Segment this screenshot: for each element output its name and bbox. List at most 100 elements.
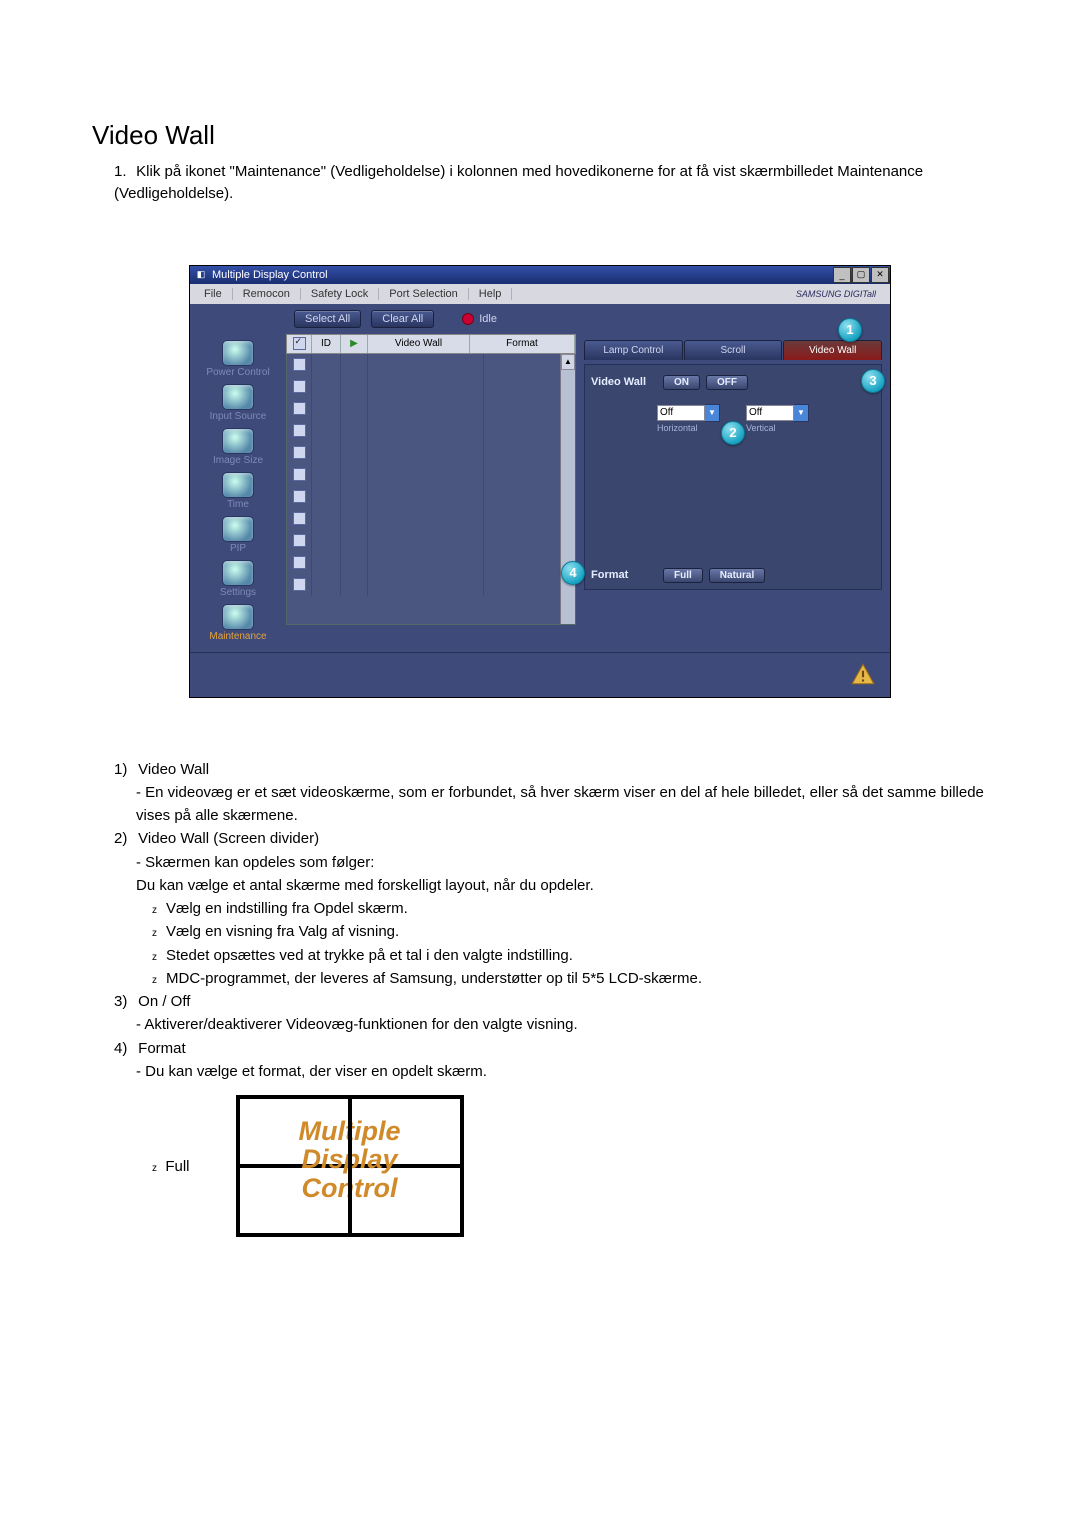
format-full-diagram: Multiple Display Control <box>236 1095 464 1237</box>
callout-3: 3 <box>861 369 885 393</box>
menubar: File Remocon Safety Lock Port Selection … <box>190 284 890 304</box>
section-line: - Du kan vælge et format, der viser en o… <box>136 1060 988 1083</box>
section: 1) Video Wall <box>114 758 988 781</box>
table-row[interactable] <box>287 486 575 508</box>
menu-port-selection[interactable]: Port Selection <box>379 288 468 300</box>
status-dot-icon <box>462 313 474 325</box>
row-checkbox[interactable] <box>293 490 306 503</box>
table-row[interactable] <box>287 552 575 574</box>
table-row[interactable] <box>287 530 575 552</box>
menu-safety-lock[interactable]: Safety Lock <box>301 288 379 300</box>
vertical-select[interactable]: ▼ <box>746 404 809 422</box>
close-button[interactable]: ✕ <box>871 267 889 283</box>
col-id: ID <box>312 335 341 353</box>
diagram-line-2: Display <box>240 1145 460 1173</box>
col-check[interactable] <box>287 335 312 353</box>
table-row[interactable] <box>287 354 575 376</box>
play-icon: ▶ <box>350 338 358 349</box>
explanations: 1) Video Wall- En videovæg er et sæt vid… <box>114 758 988 1084</box>
section-bullet: zVælg en indstilling fra Opdel skærm. <box>152 897 988 920</box>
window-title: Multiple Display Control <box>212 269 833 281</box>
table-row[interactable] <box>287 442 575 464</box>
row-checkbox[interactable] <box>293 446 306 459</box>
sidebar-item-pip[interactable]: PIP <box>190 516 286 554</box>
col-video-wall: Video Wall <box>368 335 470 353</box>
row-checkbox[interactable] <box>293 380 306 393</box>
section-line: Du kan vælge et antal skærme med forskel… <box>136 874 988 897</box>
row-checkbox[interactable] <box>293 578 306 591</box>
tab-lamp-control[interactable]: Lamp Control <box>584 340 683 360</box>
table-row[interactable] <box>287 398 575 420</box>
section-bullet: zVælg en visning fra Valg af visning. <box>152 920 988 943</box>
section-line: - Aktiverer/deaktiverer Videovæg-funktio… <box>136 1013 988 1036</box>
callout-4: 4 <box>561 561 585 585</box>
horizontal-input[interactable] <box>657 405 705 421</box>
clear-all-button[interactable]: Clear All <box>371 310 434 328</box>
col-format: Format <box>470 335 575 353</box>
full-button[interactable]: Full <box>663 568 703 583</box>
col-status: ▶ <box>341 335 368 353</box>
intro-paragraph: 1. Klik på ikonet "Maintenance" (Vedlige… <box>114 161 988 205</box>
tab-scroll[interactable]: Scroll <box>684 340 783 360</box>
input-icon <box>222 384 254 410</box>
table-row[interactable] <box>287 464 575 486</box>
table-row[interactable] <box>287 574 575 596</box>
tab-video-wall[interactable]: Video Wall <box>783 340 882 360</box>
table-row[interactable] <box>287 376 575 398</box>
panel-format-label: Format <box>591 569 657 581</box>
app-footer <box>190 652 890 697</box>
sidebar-item-maintenance[interactable]: Maintenance <box>190 604 286 642</box>
sidebar-item-time[interactable]: Time <box>190 472 286 510</box>
section: 2) Video Wall (Screen divider) <box>114 827 988 850</box>
select-all-button[interactable]: Select All <box>294 310 361 328</box>
horizontal-label: Horizontal <box>657 423 720 433</box>
pip-icon <box>222 516 254 542</box>
table-row[interactable] <box>287 420 575 442</box>
minimize-button[interactable]: _ <box>833 267 851 283</box>
image-size-icon <box>222 428 254 454</box>
natural-button[interactable]: Natural <box>709 568 765 583</box>
menu-remocon[interactable]: Remocon <box>233 288 301 300</box>
intro-text: Klik på ikonet "Maintenance" (Vedligehol… <box>114 163 923 202</box>
warning-icon <box>850 661 876 687</box>
diagram-line-3: Control <box>240 1174 460 1202</box>
scroll-up-icon[interactable]: ▲ <box>561 354 575 370</box>
menu-help[interactable]: Help <box>469 288 513 300</box>
row-checkbox[interactable] <box>293 468 306 481</box>
on-button[interactable]: ON <box>663 375 700 390</box>
sidebar: Power Control Input Source Image Size Ti… <box>190 334 286 652</box>
off-button[interactable]: OFF <box>706 375 748 390</box>
chevron-down-icon[interactable]: ▼ <box>705 404 720 422</box>
horizontal-select[interactable]: ▼ <box>657 404 720 422</box>
section: 4) Format <box>114 1037 988 1060</box>
row-checkbox[interactable] <box>293 358 306 371</box>
row-checkbox[interactable] <box>293 512 306 525</box>
chevron-down-icon[interactable]: ▼ <box>794 404 809 422</box>
row-checkbox[interactable] <box>293 402 306 415</box>
callout-1: 1 <box>838 318 862 342</box>
table-row[interactable] <box>287 508 575 530</box>
check-icon <box>293 337 306 350</box>
time-icon <box>222 472 254 498</box>
sidebar-item-power-control[interactable]: Power Control <box>190 340 286 378</box>
table-header: ID ▶ Video Wall Format <box>286 334 576 354</box>
settings-icon <box>222 560 254 586</box>
maximize-button[interactable]: ▢ <box>852 267 870 283</box>
maintenance-icon <box>222 604 254 630</box>
section: 3) On / Off <box>114 990 988 1013</box>
menu-file[interactable]: File <box>194 288 233 300</box>
section-line: - En videovæg er et sæt videoskærme, som… <box>136 781 988 828</box>
sidebar-item-image-size[interactable]: Image Size <box>190 428 286 466</box>
section-line: - Skærmen kan opdeles som følger: <box>136 851 988 874</box>
row-checkbox[interactable] <box>293 534 306 547</box>
power-icon <box>222 340 254 366</box>
sidebar-item-settings[interactable]: Settings <box>190 560 286 598</box>
sidebar-item-input-source[interactable]: Input Source <box>190 384 286 422</box>
brand-label: SAMSUNG DIGITall <box>786 289 886 299</box>
row-checkbox[interactable] <box>293 424 306 437</box>
vertical-input[interactable] <box>746 405 794 421</box>
row-checkbox[interactable] <box>293 556 306 569</box>
diagram-line-1: Multiple <box>240 1117 460 1145</box>
titlebar: ◧ Multiple Display Control _ ▢ ✕ <box>190 266 890 284</box>
status-idle: Idle <box>479 313 497 325</box>
